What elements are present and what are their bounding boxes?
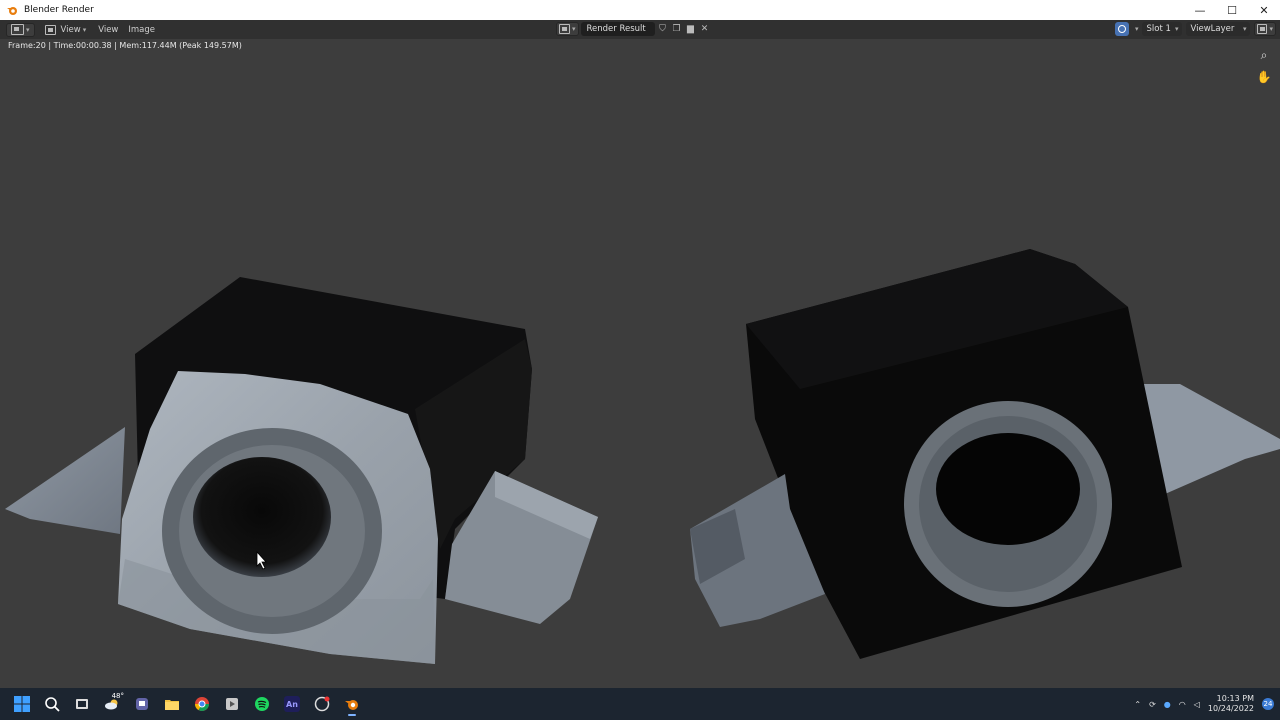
overlays-icon: [1117, 25, 1126, 33]
weather-widget-icon[interactable]: 48°: [100, 692, 124, 716]
menu-image[interactable]: Image: [124, 23, 159, 37]
menu-view[interactable]: View: [94, 23, 122, 37]
view-layer-label: ViewLayer: [1190, 24, 1235, 34]
media-app-icon[interactable]: [220, 692, 244, 716]
minimize-button[interactable]: —: [1184, 0, 1216, 20]
render-stats: Frame:20 | Time:00:00.38 | Mem:117.44M (…: [8, 41, 242, 50]
teams-chat-icon[interactable]: [130, 692, 154, 716]
volume-icon[interactable]: ◁: [1194, 700, 1200, 709]
blender-logo-icon: [7, 7, 17, 15]
render-result-image: [5, 249, 1280, 664]
pan-hand-icon[interactable]: ✋: [1256, 69, 1272, 85]
spotify-icon[interactable]: [250, 692, 274, 716]
chevron-down-icon: ▾: [1269, 25, 1273, 33]
system-clock[interactable]: 10:13 PM 10/24/2022: [1208, 694, 1254, 714]
clock-date: 10/24/2022: [1207, 704, 1254, 713]
chevron-down-icon: ▾: [82, 25, 87, 34]
window-title: Blender Render: [24, 5, 94, 15]
start-windows-icon[interactable]: [10, 692, 34, 716]
image-name-field[interactable]: Render Result: [580, 22, 655, 36]
sync-icon[interactable]: ⟳: [1149, 700, 1156, 709]
unlink-image-icon[interactable]: ✕: [699, 23, 711, 35]
close-window-button[interactable]: ✕: [1248, 0, 1280, 20]
chevron-down-icon[interactable]: ▾: [1135, 25, 1139, 33]
microphone-icon[interactable]: ●: [1164, 700, 1171, 709]
right-model: [690, 249, 1280, 659]
zoom-icon[interactable]: ⌕: [1256, 47, 1272, 63]
weather-temp: 48°: [111, 692, 124, 700]
blender-taskbar-icon[interactable]: [340, 692, 364, 716]
chevron-down-icon: ▾: [572, 25, 576, 33]
tray-overflow-chevron-icon[interactable]: ⌃: [1134, 700, 1141, 709]
maximize-button[interactable]: ☐: [1216, 0, 1248, 20]
image-selector: ▾ Render Result ⛉ ❐ ▆ ✕: [556, 22, 711, 36]
recording-app-icon[interactable]: [310, 692, 334, 716]
view-mode-dropdown[interactable]: View ▾: [41, 23, 91, 37]
render-viewport[interactable]: Frame:20 | Time:00:00.38 | Mem:117.44M (…: [0, 39, 1280, 688]
task-view-icon[interactable]: [70, 692, 94, 716]
animate-label: An: [284, 696, 300, 712]
image-browse-icon: [559, 24, 570, 34]
slot-dropdown[interactable]: Slot 1 ▾: [1142, 22, 1183, 36]
image-editor-header: ▾ View ▾ View Image ▾ Render Result ⛉ ❐ …: [0, 20, 1280, 39]
chrome-icon[interactable]: [190, 692, 214, 716]
chevron-down-icon: ▾: [1242, 25, 1247, 33]
chevron-down-icon: ▾: [26, 25, 30, 34]
browse-image-button[interactable]: ▾: [556, 22, 579, 36]
file-explorer-icon[interactable]: [160, 692, 184, 716]
chevron-down-icon: ▾: [1174, 25, 1179, 33]
notification-badge[interactable]: 24: [1262, 698, 1274, 710]
editor-type-button[interactable]: ▾: [6, 22, 35, 37]
display-channels-button[interactable]: ▾: [1254, 22, 1276, 36]
overlays-toggle-button[interactable]: [1114, 22, 1129, 36]
taskbar: 48° An ⌃ ⟳ ● ◠ ◁ 10:13 PM 10/24/2022 24: [0, 688, 1280, 720]
window-titlebar: Blender Render — ☐ ✕: [0, 0, 1280, 20]
view-mode-label: View: [60, 24, 81, 35]
view-mode-icon: [44, 24, 56, 35]
display-channels-icon: [1257, 24, 1268, 34]
fake-user-shield-icon[interactable]: ⛉: [657, 23, 669, 35]
search-icon[interactable]: [40, 692, 64, 716]
duplicate-image-icon[interactable]: ❐: [671, 23, 683, 35]
slot-label: Slot 1: [1146, 24, 1171, 34]
clock-time: 10:13 PM: [1216, 694, 1254, 703]
adobe-animate-icon[interactable]: An: [280, 692, 304, 716]
open-folder-icon[interactable]: ▆: [685, 23, 697, 35]
wifi-icon[interactable]: ◠: [1179, 700, 1186, 709]
left-model: [5, 277, 598, 664]
image-editor-icon: [11, 24, 24, 35]
view-layer-dropdown[interactable]: ViewLayer ▾: [1186, 22, 1251, 36]
